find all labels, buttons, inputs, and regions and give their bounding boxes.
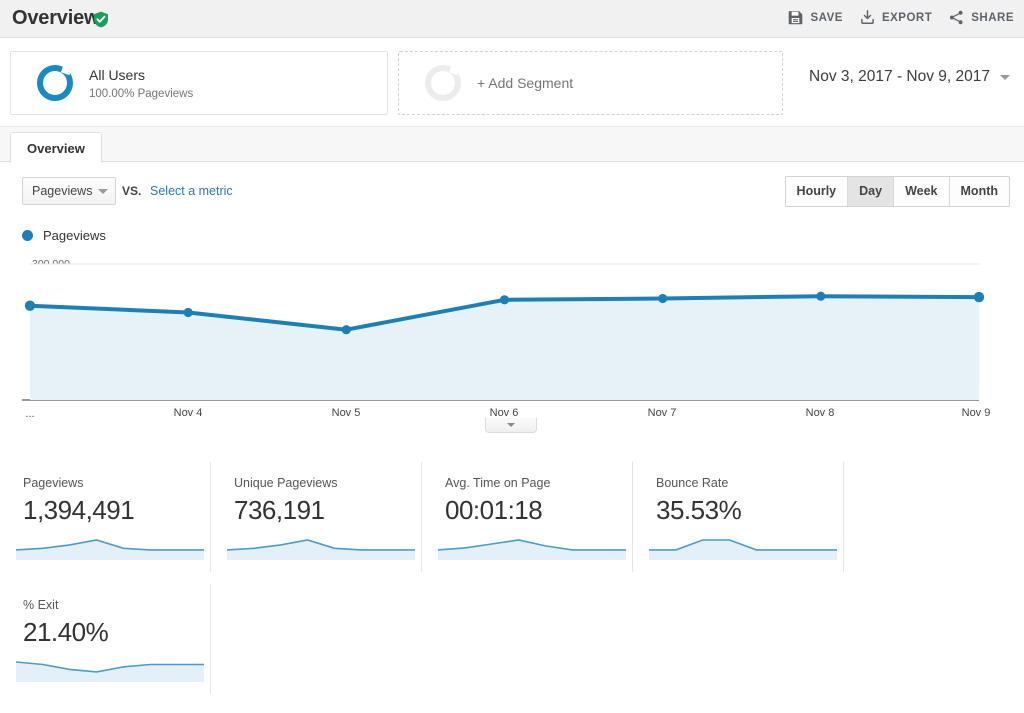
metric-card-bounce-rate[interactable]: Bounce Rate 35.53% (633, 462, 844, 572)
granularity-day[interactable]: Day (848, 177, 895, 206)
share-nodes-icon (950, 10, 963, 25)
metric-label: % Exit (23, 598, 59, 612)
sparkline-2 (438, 534, 626, 560)
chart-data-point[interactable] (816, 291, 826, 301)
x-axis-tick-2: Nov 5 (331, 407, 361, 419)
date-range-label: Nov 3, 2017 - Nov 9, 2017 (809, 68, 990, 85)
tab-strip: Overview (0, 127, 1024, 163)
chart-data-point[interactable] (499, 295, 510, 305)
chart-data-point[interactable] (341, 325, 351, 335)
segment-card-text: All Users 100.00% Pageviews (89, 66, 193, 100)
metric-select-value: Pageviews (32, 184, 93, 198)
chart-data-point[interactable] (183, 307, 193, 318)
add-segment-button[interactable]: + Add Segment (398, 51, 783, 115)
save-button-label: SAVE (810, 11, 843, 24)
chart-data-point[interactable] (973, 291, 985, 303)
chart-data-point[interactable] (658, 293, 668, 304)
save-button[interactable]: SAVE (787, 9, 842, 26)
donut-ring-empty-icon (425, 65, 461, 101)
save-floppy-icon (789, 11, 803, 25)
x-axis-tick-5: Nov 8 (805, 407, 835, 419)
share-button-label: SHARE (971, 11, 1014, 24)
metric-value: 736,191 (234, 495, 325, 525)
vs-label: VS. (122, 184, 142, 198)
granularity-button-group: Hourly Day Week Month (784, 176, 1010, 207)
chart-controls: Pageviews VS. Select a metric Hourly Day… (0, 162, 1024, 218)
granularity-week[interactable]: Week (894, 177, 950, 206)
shield-check-icon (94, 11, 108, 28)
x-axis-tick-6: Nov 9 (961, 407, 991, 419)
sparkline-4 (16, 656, 204, 682)
tab-overview-label: Overview (27, 140, 85, 156)
metric-value: 00:01:18 (445, 495, 543, 525)
chart-data-point[interactable] (24, 300, 36, 311)
segment-name: All Users (89, 67, 146, 83)
metric-label: Avg. Time on Page (445, 476, 551, 490)
date-range-picker[interactable]: Nov 3, 2017 - Nov 9, 2017 (809, 68, 1010, 87)
x-axis-tick-1: Nov 4 (173, 407, 203, 419)
metric-label: Bounce Rate (656, 476, 729, 490)
metric-value: 35.53% (656, 495, 742, 525)
chevron-down-icon (1000, 74, 1010, 80)
segment-card-all-users[interactable]: All Users 100.00% Pageviews (10, 51, 388, 115)
chart-plot-area (22, 263, 985, 401)
chevron-down-icon (98, 188, 108, 194)
chevron-down-icon (507, 423, 515, 427)
granularity-hourly[interactable]: Hourly (785, 177, 849, 206)
sparkline-1 (227, 534, 415, 560)
metric-card-pageviews[interactable]: Pageviews 1,394,491 (0, 462, 211, 572)
metric-select-dropdown[interactable]: Pageviews (22, 177, 116, 205)
export-button[interactable]: EXPORT (859, 9, 932, 26)
metric-label: Pageviews (23, 476, 84, 490)
metric-card-unique-pageviews[interactable]: Unique Pageviews 736,191 (211, 462, 422, 572)
segment-percentage: 100.00% Pageviews (89, 88, 194, 100)
page-title: Overview (12, 7, 100, 29)
x-axis-tick-0: ... (25, 408, 35, 420)
collapse-chart-button[interactable] (485, 418, 537, 433)
metric-value: 1,394,491 (23, 495, 135, 525)
tab-overview[interactable]: Overview (10, 132, 102, 163)
metric-card-percent-exit[interactable]: % Exit 21.40% (0, 584, 211, 694)
add-segment-label: + Add Segment (477, 75, 574, 91)
top-header-bar: Overview SAVE EXPORT SHARE (0, 0, 1024, 38)
x-axis-tick-4: Nov 7 (647, 407, 677, 419)
sparkline-3 (649, 534, 837, 560)
metric-card-avg-time-on-page[interactable]: Avg. Time on Page 00:01:18 (422, 462, 633, 572)
granularity-month[interactable]: Month (949, 177, 1009, 206)
donut-ring-icon (37, 65, 73, 101)
select-a-metric-link[interactable]: Select a metric (150, 184, 233, 198)
share-button[interactable]: SHARE (948, 9, 1014, 26)
metric-value: 21.40% (23, 617, 109, 647)
pageviews-chart: Pageviews 300,000 150,000 ... Nov 4 Nov … (0, 218, 1024, 443)
sparkline-0 (16, 534, 204, 560)
metric-label: Unique Pageviews (234, 476, 338, 490)
header-actions: SAVE EXPORT SHARE (787, 9, 1014, 26)
export-button-label: EXPORT (881, 11, 933, 24)
download-icon (861, 10, 874, 25)
segment-bar: All Users 100.00% Pageviews + Add Segmen… (0, 39, 1024, 127)
